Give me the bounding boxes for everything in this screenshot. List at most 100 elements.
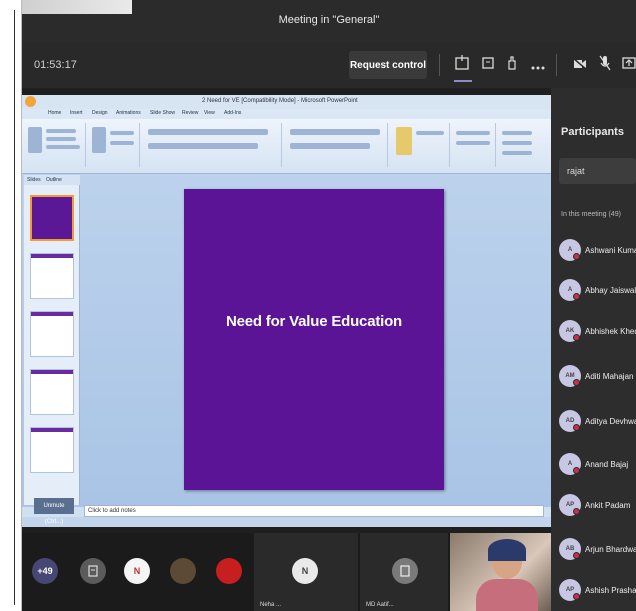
participant-name: Anand Bajaj xyxy=(585,460,629,469)
slides-tab[interactable]: Slides xyxy=(27,177,41,183)
slide-thumbnail[interactable] xyxy=(30,311,74,357)
ribbon-group xyxy=(284,123,388,167)
avatar: AK xyxy=(559,320,581,342)
muted-indicator-icon xyxy=(573,552,580,559)
raise-hand-icon[interactable] xyxy=(502,55,522,75)
left-margin xyxy=(0,0,22,611)
share-icon[interactable] xyxy=(619,55,636,75)
overflow-count[interactable]: +49 xyxy=(32,558,58,584)
current-slide: Need for Value Education xyxy=(184,189,444,490)
avatar: N xyxy=(292,558,318,584)
avatar xyxy=(392,558,418,584)
ppt-tab-review: Review xyxy=(182,110,199,116)
muted-indicator-icon xyxy=(573,379,580,386)
participant-item[interactable]: AK Abhishek Khedak xyxy=(559,317,636,347)
layout-icon[interactable] xyxy=(452,55,472,75)
ribbon-group xyxy=(24,123,86,167)
avatar xyxy=(170,558,196,584)
muted-indicator-icon xyxy=(573,334,580,341)
muted-indicator-icon xyxy=(573,467,580,474)
muted-indicator-icon xyxy=(573,593,580,600)
slide-thumbnail[interactable] xyxy=(30,427,74,473)
divider xyxy=(556,54,557,76)
mic-icon[interactable] xyxy=(595,55,615,75)
participants-title: Participants xyxy=(561,126,624,138)
participant-name: Ankit Padam xyxy=(585,501,631,510)
participants-search-input[interactable]: rajat xyxy=(559,158,636,184)
avatar: AP xyxy=(559,494,581,516)
ppt-tab-animations: Animations xyxy=(116,110,141,116)
active-underline xyxy=(454,80,472,82)
muted-indicator-icon xyxy=(573,293,580,300)
camera-icon[interactable] xyxy=(570,55,590,75)
slide-thumbnail[interactable] xyxy=(30,195,74,241)
avatar: A xyxy=(559,453,581,475)
slide-thumbnail[interactable] xyxy=(30,253,74,299)
unmute-tooltip: Unmute (Ctrl...) xyxy=(34,498,74,525)
participant-name: Ashwani Kumar xyxy=(585,246,636,255)
call-timer: 01:53:17 xyxy=(34,59,77,71)
ppt-tab-home: Home xyxy=(48,110,62,116)
screenshot-frame: Meeting in "General" 01:53:17 Request co… xyxy=(0,0,636,611)
participant-item[interactable]: A Abhay Jaiswal xyxy=(559,276,636,306)
avatar: A xyxy=(559,239,581,261)
teams-meeting-window: Meeting in "General" 01:53:17 Request co… xyxy=(22,0,636,611)
ppt-tab-insert: Insert xyxy=(70,110,83,116)
participant-item[interactable]: AP Ashish Prashar xyxy=(559,576,636,606)
slide-title: Need for Value Education xyxy=(225,313,403,330)
participant-name: Abhishek Khedak xyxy=(585,327,636,336)
avatar: A xyxy=(559,279,581,301)
ppt-ribbon xyxy=(22,119,551,174)
participant-video-strip: +49 N N Neha ... MD Aatif... xyxy=(22,533,551,611)
participant-tile[interactable]: N Neha ... xyxy=(254,533,358,611)
participant-name: Aditya Devhwal xyxy=(585,417,636,426)
ppt-tab-slideshow: Slide Show xyxy=(150,110,176,116)
outline-tab[interactable]: Outline xyxy=(46,177,62,183)
participant-item[interactable]: AD Aditya Devhwal xyxy=(559,407,636,437)
divider xyxy=(439,54,440,76)
participant-tile[interactable]: MD Aatif... xyxy=(360,533,448,611)
ppt-status-bar xyxy=(22,517,551,527)
muted-indicator-icon xyxy=(573,508,580,515)
call-controls-bar: 01:53:17 Request control xyxy=(22,42,636,88)
notes-pane[interactable]: Click to add notes xyxy=(84,505,544,517)
window-corner xyxy=(22,0,132,14)
participant-name: Arjun Bhardwaj xyxy=(585,545,636,554)
ribbon-group xyxy=(88,123,140,167)
participant-item[interactable]: AM Aditi Mahajan xyxy=(559,362,636,392)
avatar: AM xyxy=(559,365,581,387)
ribbon-group xyxy=(498,123,548,167)
ppt-title-bar: 2 Need for VE [Compatibility Mode] - Mic… xyxy=(22,95,551,109)
avatar: AD xyxy=(559,410,581,432)
avatar xyxy=(216,558,242,584)
more-icon[interactable] xyxy=(528,55,548,75)
ppt-tab-design: Design xyxy=(92,110,108,116)
participants-panel: Participants rajat In this meeting (49) … xyxy=(551,88,636,611)
avatar: AB xyxy=(559,538,581,560)
ppt-title: 2 Need for VE [Compatibility Mode] - Mic… xyxy=(202,98,358,104)
muted-indicator-icon xyxy=(573,424,580,431)
participant-item[interactable]: A Anand Bajaj xyxy=(559,450,636,480)
ribbon-group xyxy=(390,123,450,167)
participant-item[interactable]: AB Arjun Bhardwaj xyxy=(559,535,636,565)
window-title-bar: Meeting in "General" xyxy=(22,0,636,42)
avatar: AP xyxy=(559,579,581,601)
slide-thumbnail[interactable] xyxy=(30,369,74,415)
slide-thumbnails xyxy=(24,175,80,505)
thumbnail-tabs: Slides Outline xyxy=(24,175,80,185)
window-title: Meeting in "General" xyxy=(278,14,380,26)
request-control-button[interactable]: Request control xyxy=(349,51,427,79)
ppt-tab-view: View xyxy=(204,110,215,116)
participant-item[interactable]: A Ashwani Kumar xyxy=(559,236,636,266)
chat-icon[interactable] xyxy=(478,55,498,75)
participant-name: Abhay Jaiswal xyxy=(585,286,636,295)
participant-video[interactable] xyxy=(450,533,551,611)
shared-screen: 2 Need for VE [Compatibility Mode] - Mic… xyxy=(22,95,551,527)
avatar: N xyxy=(124,558,150,584)
ppt-tab-addins: Add-Ins xyxy=(224,110,242,116)
avatar xyxy=(80,558,106,584)
tile-name: Neha ... xyxy=(260,602,282,608)
in-meeting-header: In this meeting (49) xyxy=(561,211,621,218)
ribbon-group xyxy=(452,123,496,167)
participant-item[interactable]: AP Ankit Padam xyxy=(559,491,636,521)
